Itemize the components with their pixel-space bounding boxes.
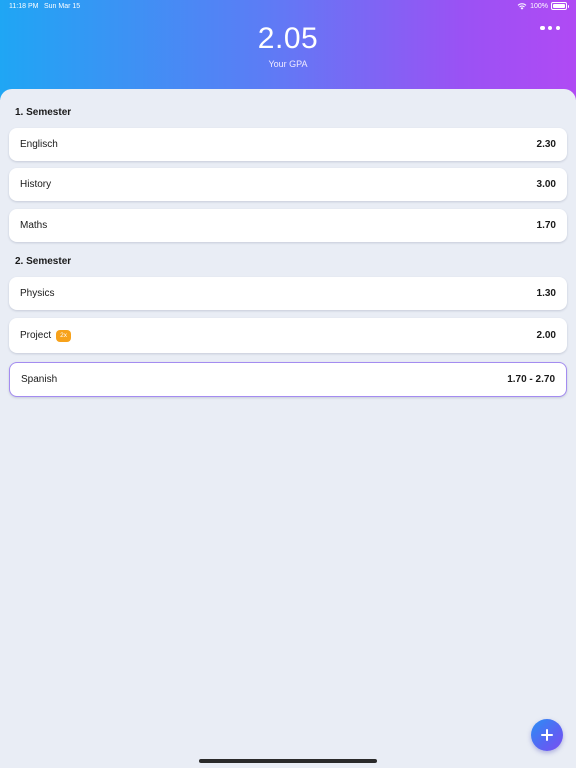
course-grade: 2.30: [536, 139, 556, 150]
gpa-header: 11:18 PM Sun Mar 15 100% 2.05 Your GPA: [0, 0, 576, 100]
semester-2-title: 2. Semester: [15, 256, 72, 267]
status-time: 11:18 PM: [9, 3, 39, 10]
course-row-history[interactable]: History 3.00: [9, 168, 567, 201]
battery-percent: 100%: [530, 2, 548, 10]
course-row-project[interactable]: Project 2x 2.00: [9, 318, 567, 353]
course-row-englisch[interactable]: Englisch 2.30: [9, 128, 567, 161]
course-grade: 2.00: [536, 330, 556, 341]
course-row-physics[interactable]: Physics 1.30: [9, 277, 567, 310]
course-name: Englisch: [20, 139, 58, 150]
semester-1-title: 1. Semester: [15, 107, 72, 118]
course-grade: 1.30: [536, 288, 556, 299]
more-horizontal-icon: [540, 25, 545, 31]
weight-badge: 2x: [56, 329, 71, 342]
course-name: History: [20, 179, 52, 190]
home-indicator: [199, 759, 377, 763]
add-course-button[interactable]: [531, 719, 563, 751]
course-name: Spanish: [21, 374, 58, 385]
course-name: Physics: [20, 288, 55, 299]
gpa-value: 2.05: [257, 22, 319, 55]
status-bar: 11:18 PM Sun Mar 15 100%: [0, 0, 576, 14]
course-grade: 3.00: [536, 179, 556, 190]
course-name: Project: [20, 330, 52, 341]
status-date: Sun Mar 15: [44, 3, 81, 10]
battery-icon: [551, 2, 569, 10]
wifi-icon: [517, 3, 527, 10]
status-right: 100%: [517, 2, 569, 10]
course-grade: 1.70: [536, 220, 556, 231]
gpa-label: Your GPA: [268, 59, 308, 69]
course-grade: 1.70 - 2.70: [507, 374, 555, 385]
course-row-spanish[interactable]: Spanish 1.70 - 2.70: [9, 362, 567, 397]
course-name: Maths: [20, 220, 48, 231]
course-row-maths[interactable]: Maths 1.70: [9, 209, 567, 242]
more-options-button[interactable]: [540, 24, 560, 32]
